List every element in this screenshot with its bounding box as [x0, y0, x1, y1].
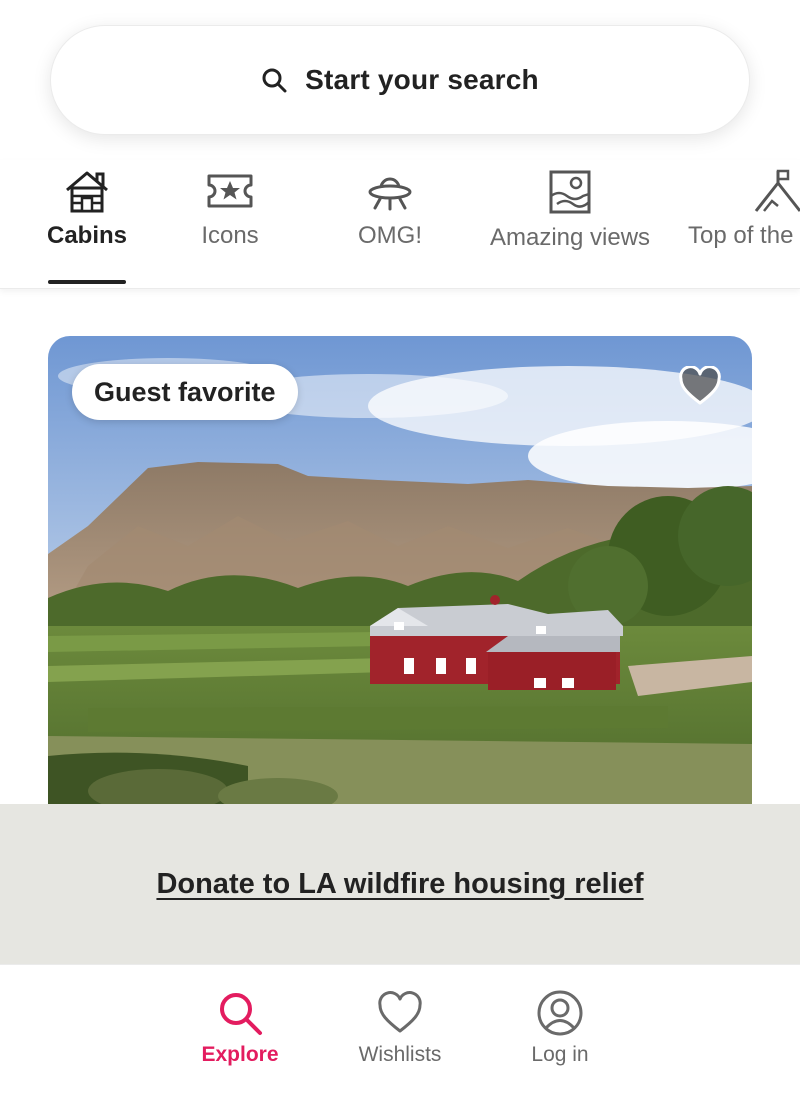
category-label: Cabins: [47, 222, 128, 249]
category-cabins[interactable]: Cabins: [47, 160, 128, 288]
search-label: Start your search: [305, 64, 539, 95]
guest-favorite-badge: Guest favorite: [72, 364, 298, 420]
search-icon: [220, 993, 262, 1035]
nav-label: Explore: [201, 1043, 279, 1066]
ufo-icon: [368, 177, 412, 211]
mountain-flag-icon: [754, 169, 800, 212]
picture-frame-icon: [549, 170, 591, 214]
category-label: OMG!: [358, 222, 422, 249]
cabin-icon: [66, 171, 108, 213]
nav-wishlists[interactable]: Wishlists: [320, 989, 480, 1067]
user-circle-icon: [537, 990, 583, 1036]
category-label: Icons: [201, 222, 259, 249]
ticket-star-icon: [207, 174, 253, 208]
badge-label: Guest favorite: [94, 376, 276, 407]
category-bar: Cabins Icons OMG! Amazing views Top of t…: [0, 160, 800, 289]
heart-icon[interactable]: [678, 366, 722, 406]
nav-label: Wishlists: [358, 1043, 442, 1066]
category-label: Amazing views: [489, 224, 651, 251]
donate-link[interactable]: Donate to LA wildfire housing relief: [156, 868, 643, 901]
category-amazing-views[interactable]: Amazing views: [486, 160, 654, 288]
nav-log-in[interactable]: Log in: [480, 989, 640, 1067]
nav-label: Log in: [531, 1043, 589, 1066]
bottom-nav: Explore Wishlists Log in: [0, 964, 800, 1093]
listing-card[interactable]: Guest favorite: [48, 336, 752, 806]
category-top-of-the-world[interactable]: Top of the world: [688, 160, 800, 288]
donation-banner: Donate to LA wildfire housing relief: [0, 804, 800, 964]
category-label: Top of the world: [688, 222, 800, 249]
search-icon: [262, 68, 287, 93]
nav-explore[interactable]: Explore: [160, 989, 320, 1067]
heart-outline-icon: [378, 991, 422, 1033]
category-omg[interactable]: OMG!: [350, 160, 430, 288]
category-icons[interactable]: Icons: [190, 160, 270, 288]
search-bar[interactable]: Start your search: [50, 25, 750, 135]
